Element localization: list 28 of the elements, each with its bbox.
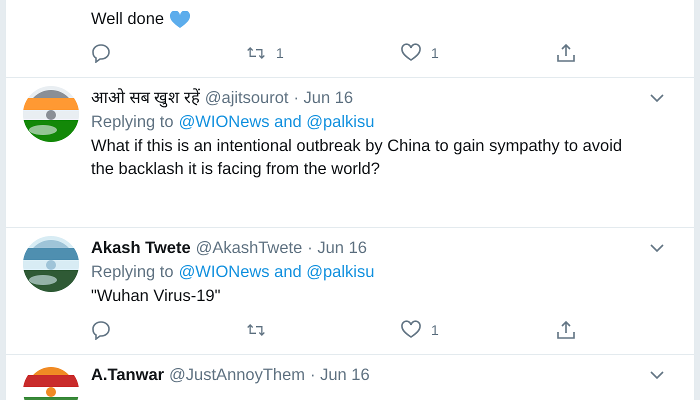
- author-name[interactable]: आओ सब खुश रहें: [91, 86, 200, 110]
- tweet-text: Well done: [91, 9, 164, 30]
- user-handle[interactable]: @AkashTwete: [196, 236, 302, 260]
- chevron-icon[interactable]: [650, 244, 664, 252]
- tweet-date[interactable]: · Jun 16: [310, 363, 370, 387]
- like-count: 1: [431, 45, 439, 61]
- reply-icon[interactable]: [91, 43, 111, 63]
- retweet-count: 1: [276, 45, 284, 61]
- heart-icon[interactable]: [401, 43, 421, 63]
- chevron-icon[interactable]: [650, 94, 664, 102]
- share-icon[interactable]: [556, 43, 576, 63]
- reply-link[interactable]: @WIONews and @palkisu: [178, 110, 374, 135]
- author-name[interactable]: Akash Twete: [91, 236, 191, 260]
- tweet-date[interactable]: · Jun 16: [293, 86, 354, 110]
- user-handle[interactable]: @ajitsourot: [204, 86, 288, 110]
- tweet-text: "Wuhan Virus-19": [91, 286, 220, 307]
- replying-label: Replying to: [91, 112, 174, 133]
- chevron-icon[interactable]: [650, 371, 664, 379]
- heart-icon[interactable]: [401, 320, 421, 340]
- replying-label: Replying to: [91, 262, 174, 283]
- reply-link[interactable]: @WIONews and @palkisu: [178, 260, 374, 285]
- tweet-date[interactable]: · Jun 16: [307, 236, 367, 260]
- share-icon[interactable]: [556, 320, 576, 340]
- user-handle[interactable]: @JustAnnoyThem: [169, 363, 306, 387]
- tweet-text: What if this is an intentional outbreak by China to gain sympathy to avoid the backlash it is facing from the world?: [91, 136, 624, 180]
- like-count: 1: [431, 322, 439, 338]
- author-name[interactable]: A.Tanwar: [91, 363, 164, 387]
- reply-icon[interactable]: [91, 320, 111, 340]
